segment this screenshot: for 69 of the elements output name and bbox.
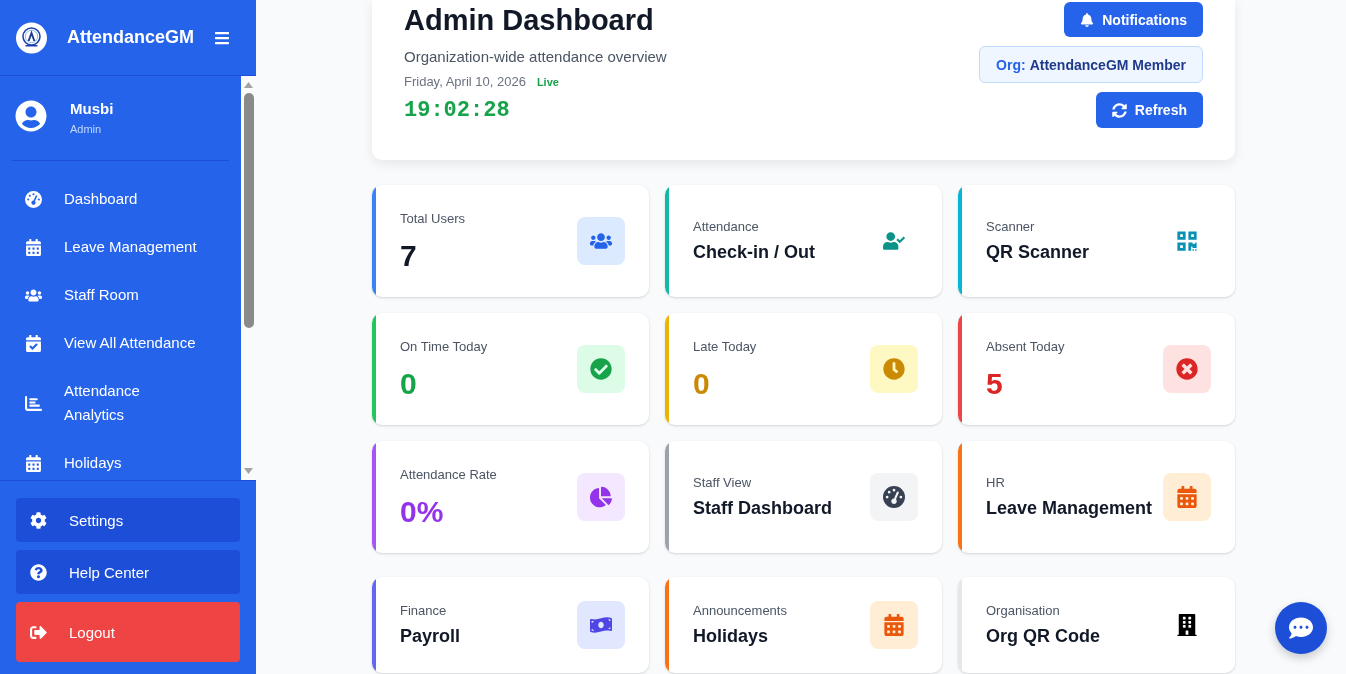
link-card[interactable]: Finance Payroll [372, 577, 649, 673]
page-subtitle: Organization-wide attendance overview [404, 47, 667, 67]
settings-button[interactable]: Settings [16, 498, 240, 542]
card-label: Absent Today [986, 337, 1066, 356]
card-label: HR [986, 474, 1006, 492]
card-title: Leave Management [986, 497, 1154, 520]
nav-item[interactable]: Staff Room [12, 271, 229, 319]
card-label: Attendance [693, 218, 760, 236]
stat-value: 0 [400, 365, 418, 402]
clock-time: 19:02:28 [404, 97, 511, 125]
logout-button[interactable]: Logout [16, 602, 240, 662]
stat-value: 7 [400, 237, 418, 274]
link-card[interactable]: Scanner QR Scanner [958, 185, 1235, 297]
org-label: Org: [996, 56, 1026, 73]
stat-value: 0% [400, 493, 445, 530]
calendar-icon [25, 238, 42, 256]
calendar-check-icon [25, 334, 42, 352]
stat-value: 5 [986, 365, 1004, 402]
card-label: Late Today [693, 337, 758, 356]
chat-button[interactable] [1275, 602, 1327, 654]
nav-item[interactable]: Holidays [12, 439, 229, 480]
link-card[interactable]: Staff View Staff Dashboard [665, 441, 942, 553]
bar-chart-icon [25, 394, 42, 412]
calendar-icon [25, 454, 42, 472]
card-title: Staff Dashboard [693, 497, 834, 520]
scroll-down-icon[interactable] [244, 468, 253, 474]
card-label: Announcements [693, 602, 788, 620]
date-text: Friday, April 10, 2026 [404, 73, 526, 91]
brand-name: AttendanceGM [67, 27, 194, 48]
gauge-icon [25, 190, 42, 208]
refresh-button[interactable]: Refresh [1095, 92, 1203, 128]
card-title: Org QR Code [986, 625, 1101, 648]
card-title: Check-in / Out [693, 241, 816, 264]
card-label: On Time Today [400, 337, 489, 356]
logout-icon [30, 623, 47, 641]
nav-item[interactable]: Attendance Analytics [12, 367, 229, 439]
link-card[interactable]: Announcements Holidays [665, 577, 942, 673]
nav-item[interactable]: View All Attendance [12, 319, 229, 367]
live-label: Live [536, 75, 559, 90]
scroll-up-icon[interactable] [244, 82, 253, 88]
link-card[interactable]: Organisation Org QR Code [958, 577, 1235, 673]
bell-icon [1080, 12, 1095, 27]
avatar-icon [15, 100, 47, 132]
user-name: Musbi [70, 100, 114, 118]
card-label: Organisation [986, 602, 1061, 620]
link-card[interactable]: HR Leave Management [958, 441, 1235, 553]
speech-bubble-icon [1289, 616, 1313, 640]
refresh-icon [1111, 102, 1127, 118]
card-title: Holidays [693, 625, 770, 648]
stat-value: 0 [693, 365, 711, 402]
nav-item[interactable]: Leave Management [12, 223, 229, 271]
link-card[interactable]: Attendance Check-in / Out [665, 185, 942, 297]
card-label: Scanner [986, 218, 1036, 236]
settings-icon [30, 511, 47, 529]
help-icon [30, 563, 47, 581]
card-label: Staff View [693, 474, 753, 492]
card-title: Payroll [400, 625, 462, 648]
user-role: Admin [70, 122, 103, 136]
card-label: Attendance Rate [400, 465, 498, 484]
scrollbar-thumb[interactable] [243, 93, 254, 328]
card-title: QR Scanner [986, 241, 1091, 264]
nav-item[interactable]: Dashboard [12, 175, 229, 223]
menu-icon[interactable] [214, 29, 230, 46]
help-center-button[interactable]: Help Center [16, 550, 240, 594]
card-label: Finance [400, 602, 448, 620]
page-title: Admin Dashboard [404, 3, 655, 38]
org-name: AttendanceGM Member [1029, 56, 1186, 73]
notifications-button[interactable]: Notifications [1064, 2, 1203, 37]
card-label: Total Users [400, 209, 467, 228]
